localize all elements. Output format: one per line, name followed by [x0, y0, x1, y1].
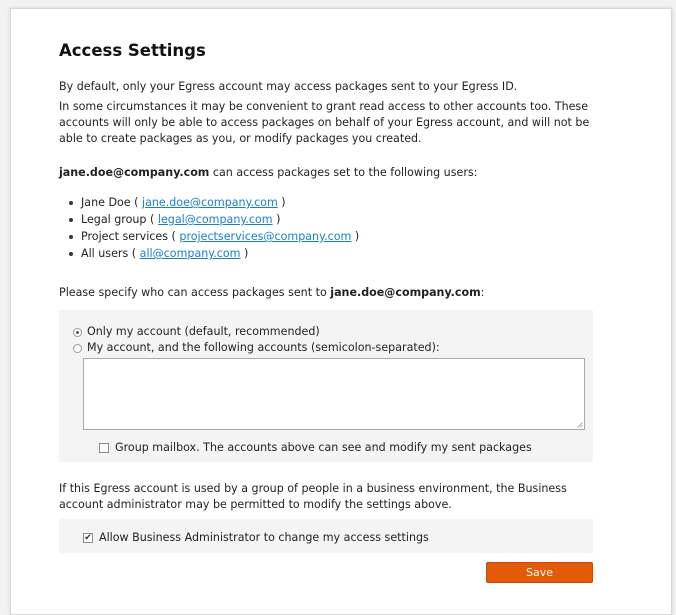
option-only-mine-label: Only my account (default, recommended)	[87, 325, 320, 338]
specify-email: jane.doe@company.com	[330, 286, 481, 299]
list-item: Legal group ( legal@company.com )	[59, 211, 359, 228]
allow-admin-label: Allow Business Administrator to change m…	[99, 531, 429, 544]
accounts-textarea[interactable]	[83, 358, 585, 430]
group-mailbox-label: Group mailbox. The accounts above can se…	[115, 441, 532, 454]
allow-admin-option[interactable]: ✔ Allow Business Administrator to change…	[83, 531, 429, 544]
specify-suffix: :	[480, 286, 485, 299]
user-name: Legal group	[81, 213, 147, 226]
list-item: Project services ( projectservices@compa…	[59, 228, 359, 245]
option-following-label: My account, and the following accounts (…	[87, 341, 440, 354]
radio-only-mine[interactable]	[73, 327, 82, 337]
explanation-text: In some circumstances it may be convenie…	[59, 100, 590, 145]
user-email-link[interactable]: jane.doe@company.com	[142, 196, 278, 209]
page-title: Access Settings	[59, 41, 206, 60]
access-summary: jane.doe@company.com can access packages…	[59, 165, 607, 181]
business-note: If this Egress account is used by a grou…	[59, 482, 567, 511]
group-mailbox-checkbox[interactable]	[99, 442, 109, 453]
access-owner-email: jane.doe@company.com	[59, 166, 210, 179]
user-email-link[interactable]: legal@company.com	[158, 213, 273, 226]
specify-prompt: Please specify who can access packages s…	[59, 285, 607, 301]
save-button[interactable]: Save	[486, 562, 593, 583]
user-name: Project services	[81, 230, 169, 243]
intro-text: By default, only your Egress account may…	[59, 80, 518, 93]
allow-admin-checkbox[interactable]: ✔	[83, 532, 93, 543]
user-name: Jane Doe	[81, 196, 131, 209]
option-only-mine[interactable]: Only my account (default, recommended)	[73, 325, 320, 339]
option-following-accounts[interactable]: My account, and the following accounts (…	[73, 341, 440, 355]
group-mailbox-option[interactable]: Group mailbox. The accounts above can se…	[99, 441, 532, 454]
settings-panel: Access Settings By default, only your Eg…	[10, 8, 672, 615]
specify-prefix: Please specify who can access packages s…	[59, 286, 331, 299]
access-options-box: Only my account (default, recommended) M…	[59, 310, 593, 462]
list-item: Jane Doe ( jane.doe@company.com )	[59, 194, 359, 211]
users-list: Jane Doe ( jane.doe@company.com ) Legal …	[59, 194, 359, 262]
access-summary-suffix: can access packages set to the following…	[209, 166, 478, 179]
radio-following-accounts[interactable]	[73, 343, 82, 353]
user-name: All users	[81, 247, 129, 260]
list-item: All users ( all@company.com )	[59, 245, 359, 262]
user-email-link[interactable]: projectservices@company.com	[179, 230, 351, 243]
resize-grip-icon[interactable]	[577, 422, 583, 428]
user-email-link[interactable]: all@company.com	[140, 247, 241, 260]
business-options-box: ✔ Allow Business Administrator to change…	[59, 519, 593, 553]
